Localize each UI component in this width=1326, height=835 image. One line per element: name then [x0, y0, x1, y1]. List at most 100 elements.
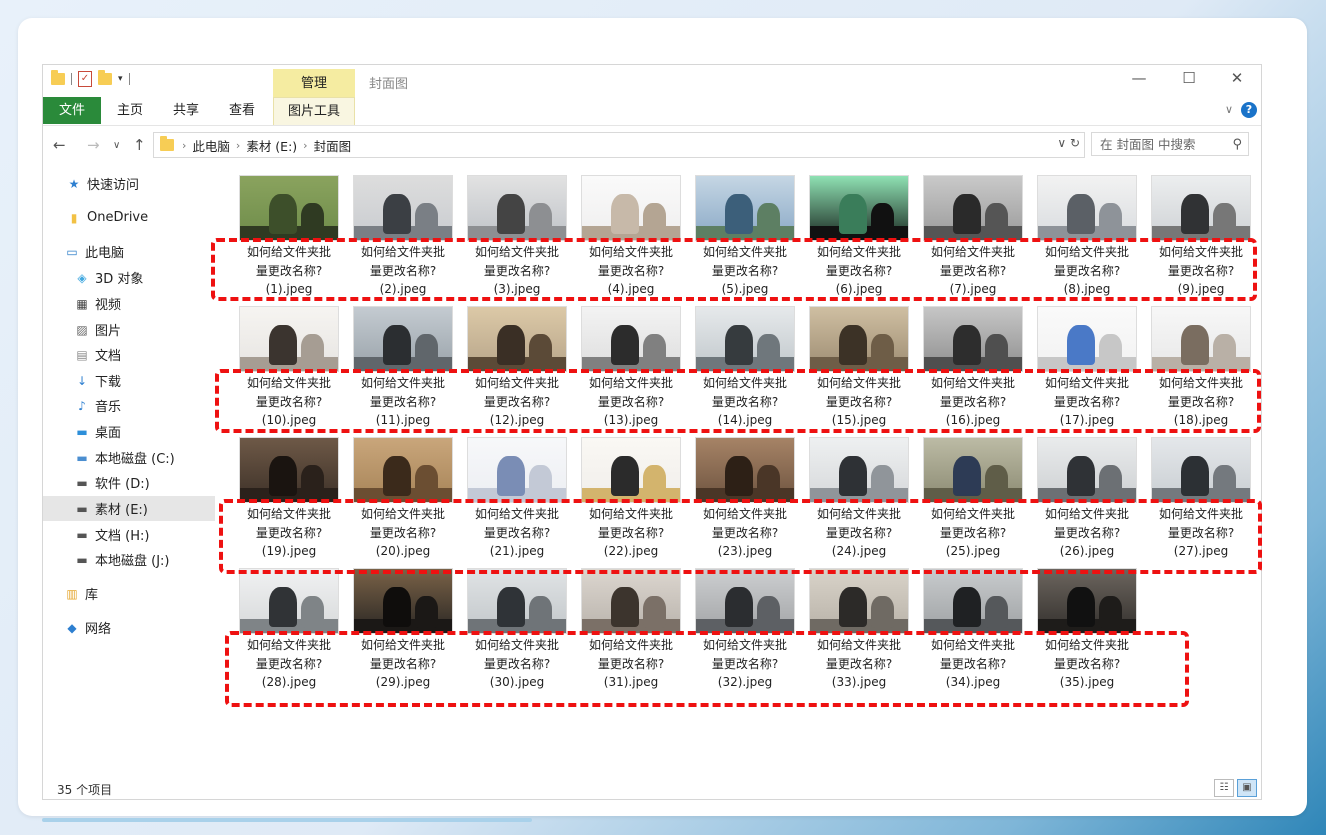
- sidebar-item-label: 素材 (E:): [95, 503, 148, 518]
- close-button[interactable]: ✕: [1217, 69, 1257, 87]
- sidebar-item-label: 本地磁盘 (C:): [95, 452, 175, 467]
- image-thumbnail: [239, 437, 339, 503]
- search-input[interactable]: 在 封面图 中搜索 ⚲: [1091, 132, 1249, 156]
- maximize-button[interactable]: ☐: [1169, 69, 1209, 87]
- sidebar-item-label: 视频: [95, 298, 122, 313]
- sidebar-item[interactable]: ▮ OneDrive: [43, 205, 215, 230]
- title-bar: ✓ ▾ 管理 封面图 — ☐ ✕: [43, 65, 1261, 97]
- download-icon: ↓: [76, 373, 88, 388]
- up-arrow-icon[interactable]: ↑: [133, 136, 146, 154]
- drive-icon: ▬: [76, 501, 88, 516]
- sidebar-item[interactable]: ▦ 视频: [43, 291, 215, 316]
- tab-manage[interactable]: 管理: [273, 69, 355, 97]
- image-thumbnail: [695, 437, 795, 503]
- file-explorer-window: ✓ ▾ 管理 封面图 — ☐ ✕ 文件 主页 共享 查看 图片工具 ∨ ? ← …: [42, 64, 1262, 800]
- image-thumbnail: [581, 437, 681, 503]
- address-controls: ∨ ↻: [1057, 136, 1080, 150]
- sidebar-item-label: 文档: [95, 349, 122, 364]
- image-thumbnail: [353, 306, 453, 372]
- sidebar-item[interactable]: ↓ 下载: [43, 368, 215, 393]
- help-icon[interactable]: ?: [1241, 102, 1257, 118]
- image-thumbnail: [1037, 175, 1137, 241]
- library-icon: ▥: [66, 586, 78, 601]
- image-thumbnail: [695, 568, 795, 634]
- chevron-right-icon: ›: [303, 138, 308, 152]
- image-thumbnail: [1151, 175, 1251, 241]
- tab-picture-tools[interactable]: 图片工具: [273, 97, 355, 125]
- sidebar-item[interactable]: ★ 快速访问: [43, 171, 215, 196]
- drive-icon: ▬: [76, 527, 88, 542]
- sidebar-item[interactable]: ◈ 3D 对象: [43, 265, 215, 290]
- image-thumbnail: [1037, 437, 1137, 503]
- image-thumbnail: [581, 175, 681, 241]
- sidebar-item[interactable]: ▨ 图片: [43, 317, 215, 342]
- sidebar-item[interactable]: ▬ 本地磁盘 (J:): [43, 547, 215, 572]
- image-thumbnail: [695, 306, 795, 372]
- sidebar-item-label: 图片: [95, 324, 122, 339]
- system-drive-icon: ▬: [76, 450, 88, 465]
- sidebar-item[interactable]: ▥ 库: [43, 581, 215, 606]
- tab-share[interactable]: 共享: [161, 97, 211, 124]
- image-thumbnail: [809, 306, 909, 372]
- tab-file[interactable]: 文件: [43, 97, 101, 124]
- image-thumbnail: [467, 306, 567, 372]
- sidebar-item[interactable]: ▬ 桌面: [43, 419, 215, 444]
- sidebar-item-label: 快速访问: [87, 178, 140, 193]
- search-icon[interactable]: ⚲: [1232, 133, 1242, 157]
- address-bar[interactable]: › 此电脑 › 素材 (E:) › 封面图 ∨ ↻: [153, 132, 1085, 158]
- forward-arrow-icon[interactable]: →: [87, 136, 100, 154]
- image-thumbnail: [353, 568, 453, 634]
- highlight-box: [211, 238, 1257, 301]
- highlight-box: [215, 369, 1261, 433]
- image-thumbnail: [1151, 306, 1251, 372]
- image-thumbnail: [923, 437, 1023, 503]
- chevron-right-icon: ›: [182, 138, 187, 152]
- sidebar-item-label: 音乐: [95, 400, 122, 415]
- image-thumbnail: [239, 306, 339, 372]
- toolbar-separator: [71, 73, 72, 85]
- sidebar-item-label: 文档 (H:): [95, 529, 150, 544]
- sidebar-item[interactable]: ▭ 此电脑: [43, 239, 215, 264]
- sidebar-item-label: OneDrive: [87, 210, 149, 225]
- sidebar-item[interactable]: ◆ 网络: [43, 615, 215, 640]
- back-arrow-icon[interactable]: ←: [53, 136, 66, 154]
- sidebar-item-label: 网络: [85, 622, 112, 637]
- window-title: 封面图: [369, 77, 409, 92]
- image-thumbnail: [923, 175, 1023, 241]
- tab-home[interactable]: 主页: [105, 97, 155, 124]
- chevron-down-icon[interactable]: ∨: [1225, 103, 1233, 116]
- sidebar-item[interactable]: ▬ 素材 (E:): [43, 496, 215, 521]
- large-icons-view-icon[interactable]: ▣: [1237, 779, 1257, 797]
- sidebar-item[interactable]: ▤ 文档: [43, 342, 215, 367]
- details-view-icon[interactable]: ☷: [1214, 779, 1234, 797]
- sidebar-item[interactable]: ♪ 音乐: [43, 393, 215, 418]
- sidebar-item[interactable]: ▬ 文档 (H:): [43, 522, 215, 547]
- breadcrumb-this-pc[interactable]: 此电脑: [192, 136, 230, 155]
- tab-view[interactable]: 查看: [217, 97, 267, 124]
- image-thumbnail: [467, 437, 567, 503]
- sidebar-item[interactable]: ▬ 本地磁盘 (C:): [43, 445, 215, 470]
- image-thumbnail: [695, 175, 795, 241]
- customize-toolbar-dropdown[interactable]: ▾: [118, 74, 123, 84]
- minimize-button[interactable]: —: [1119, 69, 1159, 87]
- image-thumbnail: [581, 306, 681, 372]
- properties-icon[interactable]: ✓: [78, 71, 92, 87]
- toolbar-separator: [128, 73, 130, 85]
- network-icon: ◆: [67, 620, 77, 635]
- search-placeholder: 在 封面图 中搜索: [1100, 137, 1196, 152]
- recent-locations-icon[interactable]: ∨: [113, 140, 120, 151]
- breadcrumb-cover[interactable]: 封面图: [314, 136, 352, 155]
- drive-icon: ▬: [76, 475, 88, 490]
- sidebar-item-label: 本地磁盘 (J:): [95, 554, 170, 569]
- breadcrumb-drive-e[interactable]: 素材 (E:): [246, 136, 297, 155]
- folder-icon: [160, 136, 174, 151]
- video-icon: ▦: [76, 296, 88, 311]
- image-thumbnail: [809, 568, 909, 634]
- star-icon: ★: [68, 176, 80, 191]
- refresh-icon[interactable]: ↻: [1070, 136, 1080, 150]
- address-dropdown-icon[interactable]: ∨: [1057, 136, 1066, 150]
- sidebar-item[interactable]: ▬ 软件 (D:): [43, 470, 215, 495]
- documents-icon: ▤: [76, 347, 88, 362]
- onedrive-folder-icon: ▮: [70, 210, 78, 225]
- new-folder-icon[interactable]: [98, 70, 112, 85]
